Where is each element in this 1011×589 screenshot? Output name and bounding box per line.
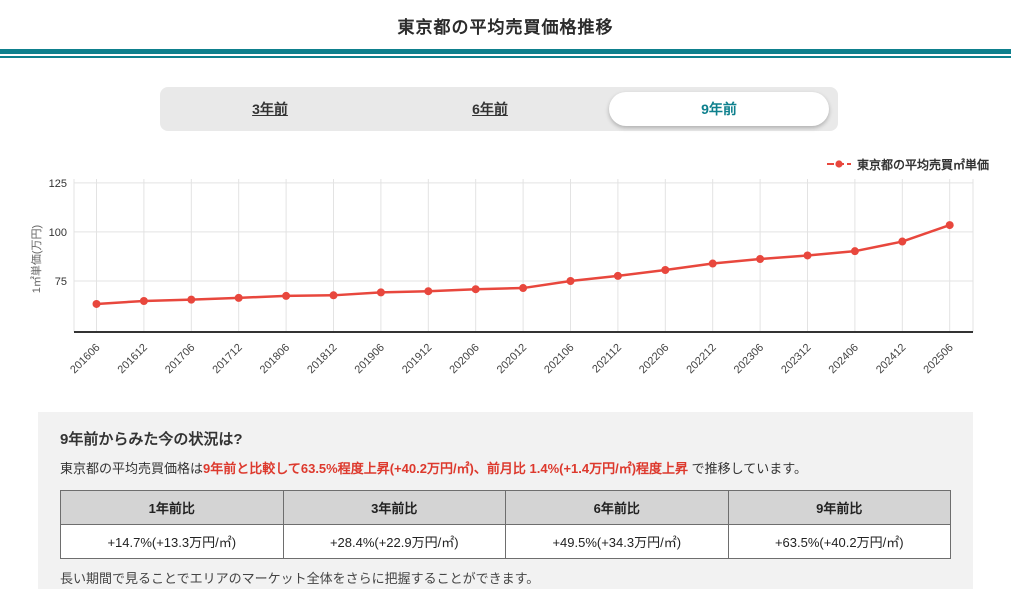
svg-text:202412: 202412	[874, 342, 908, 376]
svg-text:202206: 202206	[637, 342, 671, 376]
page-header: 東京都の平均売買価格推移	[0, 0, 1011, 58]
header-divider-thin	[0, 56, 1011, 58]
svg-text:100: 100	[49, 227, 67, 239]
svg-text:201612: 201612	[116, 342, 150, 376]
value-6y: +49.5%(+34.3万円/㎡)	[505, 524, 729, 559]
tab-label: 3年前	[252, 101, 288, 117]
tab-3-years-ago[interactable]: 3年前	[160, 87, 380, 131]
svg-text:202506: 202506	[921, 342, 955, 376]
svg-text:202406: 202406	[827, 342, 861, 376]
svg-text:202212: 202212	[684, 342, 718, 376]
price-trend-chart: 75 100 125 1㎡単価(万円) 201606 201612 201706 201712…	[28, 177, 1011, 387]
table-header-row: 1年前比 3年前比 6年前比 9年前比	[60, 490, 951, 525]
summary-box: 9年前からみた今の状況は? 東京都の平均売買価格は9年前と比較して63.5%程度…	[38, 412, 973, 589]
summary-note: 長い期間で見ることでエリアのマーケット全体をさらに把握することができます。	[60, 571, 540, 586]
svg-text:201906: 201906	[353, 342, 387, 376]
svg-text:75: 75	[55, 276, 67, 288]
page-title: 東京都の平均売買価格推移	[397, 18, 614, 37]
tab-9-years-ago[interactable]: 9年前	[609, 92, 829, 126]
period-tab-bar: 3年前 6年前 9年前	[160, 87, 838, 131]
svg-text:201812: 201812	[305, 342, 339, 376]
lead-plain: 東京都の平均売買価格は	[60, 461, 204, 476]
svg-text:1㎡単価(万円): 1㎡単価(万円)	[29, 225, 43, 293]
table-value-row: +14.7%(+13.3万円/㎡) +28.4%(+22.9万円/㎡) +49.…	[60, 524, 951, 559]
tab-6-years-ago[interactable]: 6年前	[380, 87, 600, 131]
header-divider-thick	[0, 49, 1011, 54]
svg-text:202106: 202106	[542, 342, 576, 376]
svg-text:201706: 201706	[163, 342, 197, 376]
svg-text:201606: 201606	[68, 342, 102, 376]
price-chart-svg: 75 100 125 1㎡単価(万円) 201606 201612 201706 201712…	[29, 178, 974, 376]
header-1y: 1年前比	[60, 490, 284, 525]
svg-text:125: 125	[49, 178, 67, 190]
svg-text:202312: 202312	[779, 342, 813, 376]
svg-text:201806: 201806	[258, 342, 292, 376]
value-9y: +63.5%(+40.2万円/㎡)	[727, 524, 951, 559]
chart-legend: 東京都の平均売買㎡単価	[0, 155, 1011, 173]
value-3y: +28.4%(+22.9万円/㎡)	[282, 524, 506, 559]
header-3y: 3年前比	[282, 490, 506, 525]
svg-text:202012: 202012	[495, 342, 529, 376]
line-series-marker-icon	[826, 160, 851, 168]
svg-text:202306: 202306	[732, 342, 766, 376]
svg-text:202112: 202112	[590, 342, 624, 376]
tab-label: 6年前	[472, 101, 508, 117]
header-6y: 6年前比	[505, 490, 729, 525]
header-9y: 9年前比	[727, 490, 951, 525]
value-1y: +14.7%(+13.3万円/㎡)	[60, 524, 284, 559]
comparison-table: 1年前比 3年前比 6年前比 9年前比 +14.7%(+13.3万円/㎡) +2…	[60, 490, 951, 559]
summary-heading: 9年前からみた今の状況は?	[60, 431, 243, 448]
svg-text:201912: 201912	[400, 342, 434, 376]
lead-tail: で推移しています。	[688, 461, 807, 476]
svg-text:201712: 201712	[210, 342, 244, 376]
summary-lead: 東京都の平均売買価格は9年前と比較して63.5%程度上昇(+40.2万円/㎡)、…	[60, 458, 951, 477]
tab-label: 9年前	[701, 101, 737, 117]
legend-label: 東京都の平均売買㎡単価	[856, 157, 989, 172]
svg-text:202006: 202006	[447, 342, 481, 376]
lead-highlight: 9年前と比較して63.5%程度上昇(+40.2万円/㎡)、前月比 1.4%(+1…	[203, 461, 689, 476]
